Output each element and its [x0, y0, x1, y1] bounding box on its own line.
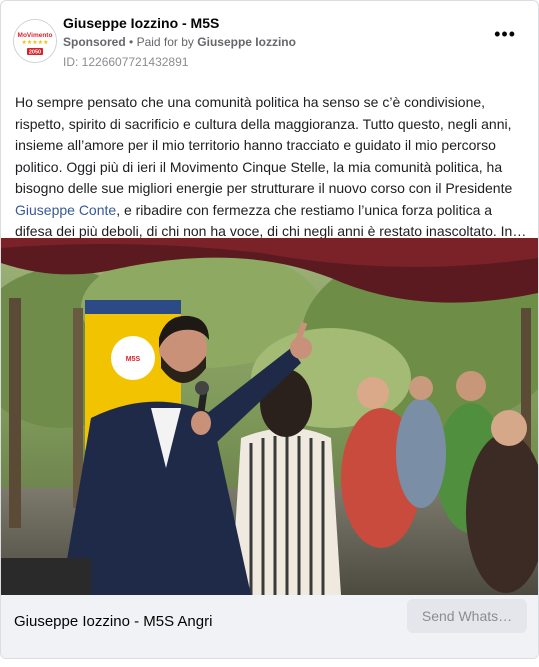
- paid-for-prefix: Paid for by: [136, 35, 194, 49]
- ad-photo[interactable]: M5S: [1, 238, 538, 595]
- ad-meta: Sponsored • Paid for by Giuseppe Iozzino: [63, 35, 296, 49]
- logo-year: 2050: [29, 50, 41, 56]
- logo-text: MoVimento: [18, 32, 53, 39]
- send-whatsapp-button[interactable]: Send Whats…: [407, 599, 527, 633]
- ad-header: MoVimento ★★★★★ 2050 Giuseppe Iozzino - …: [1, 1, 538, 81]
- sponsored-label: Sponsored: [63, 35, 126, 49]
- ad-footer: Giuseppe Iozzino - M5S Angri Send Whats…: [1, 595, 538, 658]
- footer-page-title[interactable]: Giuseppe Iozzino - M5S Angri: [14, 613, 212, 630]
- logo-stars: ★★★★★: [22, 39, 49, 46]
- mention-link[interactable]: Giuseppe Conte: [15, 202, 116, 218]
- m5s-logo-icon: MoVimento ★★★★★ 2050: [14, 20, 56, 62]
- avatar[interactable]: MoVimento ★★★★★ 2050: [13, 19, 57, 63]
- ad-card: MoVimento ★★★★★ 2050 Giuseppe Iozzino - …: [0, 0, 539, 659]
- post-text-part-1: Ho sempre pensato che una comunità polit…: [15, 94, 513, 196]
- svg-text:M5S: M5S: [126, 356, 141, 363]
- page-name-link[interactable]: Giuseppe Iozzino - M5S: [63, 15, 219, 31]
- post-text: Ho sempre pensato che una comunità polit…: [15, 92, 527, 243]
- ad-id: ID: 1226607721432891: [63, 55, 189, 69]
- rally-photo-image: M5S: [1, 238, 538, 595]
- paid-for-name: Giuseppe Iozzino: [197, 35, 296, 49]
- meta-separator: •: [129, 35, 134, 49]
- more-options-icon[interactable]: •••: [494, 25, 516, 43]
